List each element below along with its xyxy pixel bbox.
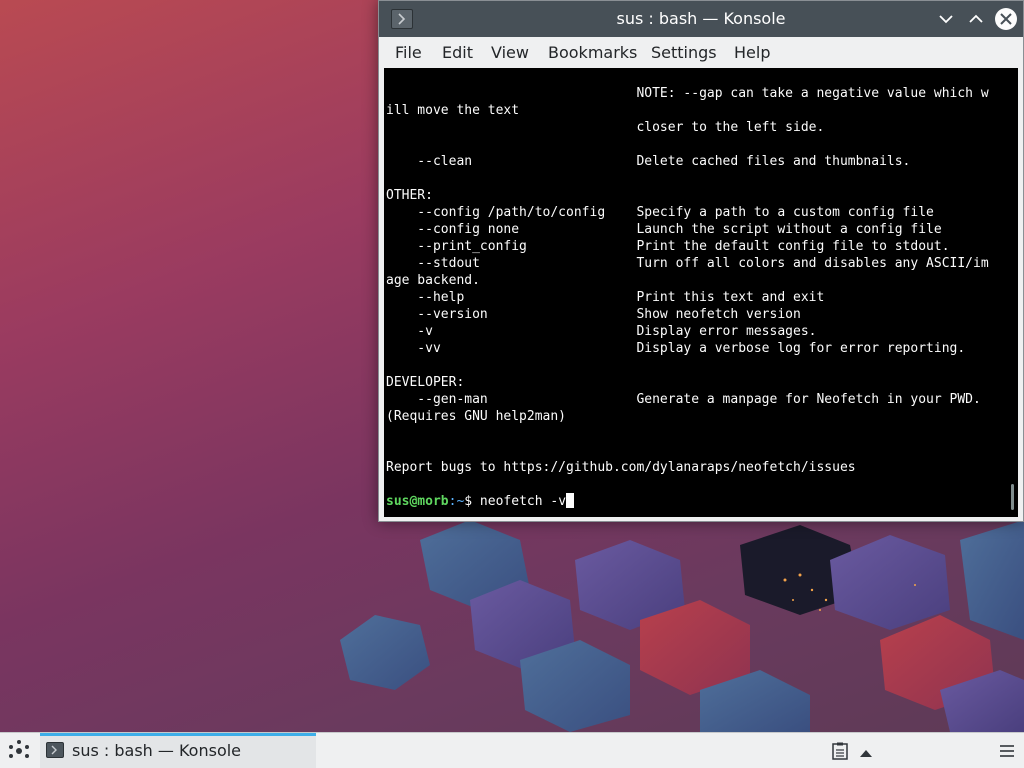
terminal-line: age backend. (386, 273, 480, 288)
terminal-line: --config /path/to/config Specify a path … (386, 205, 934, 220)
clipboard-icon[interactable] (832, 742, 848, 760)
window-title: sus : bash — Konsole (616, 9, 786, 28)
terminal-line: (Requires GNU help2man) (386, 409, 567, 424)
menu-settings[interactable]: Settings (651, 42, 717, 64)
terminal-line: --gen-man Generate a manpage for Neofetc… (386, 392, 981, 407)
chevron-up-icon (969, 14, 983, 23)
menu-edit[interactable]: Edit (442, 42, 473, 64)
terminal-line: OTHER: (386, 188, 433, 203)
terminal-line: NOTE: --gap can take a negative value wh… (386, 86, 989, 101)
taskbar-task-konsole[interactable]: sus : bash — Konsole (40, 733, 316, 768)
terminal-line: --config none Launch the script without … (386, 222, 942, 237)
prompt-path: :~ (448, 494, 465, 509)
terminal-line: --stdout Turn off all colors and disable… (386, 256, 989, 271)
menu-bookmarks[interactable]: Bookmarks (548, 42, 637, 64)
prompt-command: neofetch -v (472, 494, 567, 509)
terminal-output[interactable]: NOTE: --gap can take a negative value wh… (384, 68, 1018, 517)
terminal-line: DEVELOPER: (386, 375, 465, 390)
show-hidden-icons-arrow-icon[interactable] (858, 744, 874, 757)
panel-menu-icon[interactable] (998, 743, 1016, 759)
maximize-button[interactable] (965, 8, 987, 30)
menu-file[interactable]: File (395, 42, 422, 64)
terminal-line: closer to the left side. (386, 120, 825, 135)
terminal-line: --print_config Print the default config … (386, 239, 950, 254)
terminal-line: --clean Delete cached files and thumbnai… (386, 154, 911, 169)
minimize-button[interactable] (935, 8, 957, 30)
menu-view[interactable]: View (491, 42, 529, 64)
menu-help[interactable]: Help (734, 42, 770, 64)
konsole-window: sus : bash — Konsole File Edit View Book… (378, 0, 1024, 522)
prompt-user-host: sus@morb (386, 494, 449, 509)
window-titlebar[interactable]: sus : bash — Konsole (379, 1, 1023, 37)
close-button[interactable] (995, 8, 1017, 30)
chevron-down-icon (939, 15, 953, 24)
terminal-line: Report bugs to https://github.com/dylana… (386, 460, 856, 475)
task-label: sus : bash — Konsole (72, 741, 242, 760)
close-icon (1000, 13, 1012, 25)
terminal-prompt-line[interactable]: sus@morb:~$ neofetch -v (386, 493, 575, 510)
menubar: File Edit View Bookmarks Settings Help (379, 37, 1023, 67)
terminal-line: -v Display error messages. (386, 324, 817, 339)
text-cursor (566, 493, 575, 508)
launcher-icon (9, 740, 29, 758)
terminal-scrollbar[interactable] (1011, 484, 1014, 510)
application-launcher-button[interactable] (6, 738, 32, 764)
terminal-line: -vv Display a verbose log for error repo… (386, 341, 966, 356)
terminal-line: --version Show neofetch version (386, 307, 801, 322)
terminal-line: --help Print this text and exit (386, 290, 825, 305)
konsole-task-icon (46, 742, 64, 758)
prompt-symbol: $ (464, 494, 473, 509)
terminal-line: ill move the text (386, 103, 520, 118)
taskbar: sus : bash — Konsole (0, 732, 1024, 768)
